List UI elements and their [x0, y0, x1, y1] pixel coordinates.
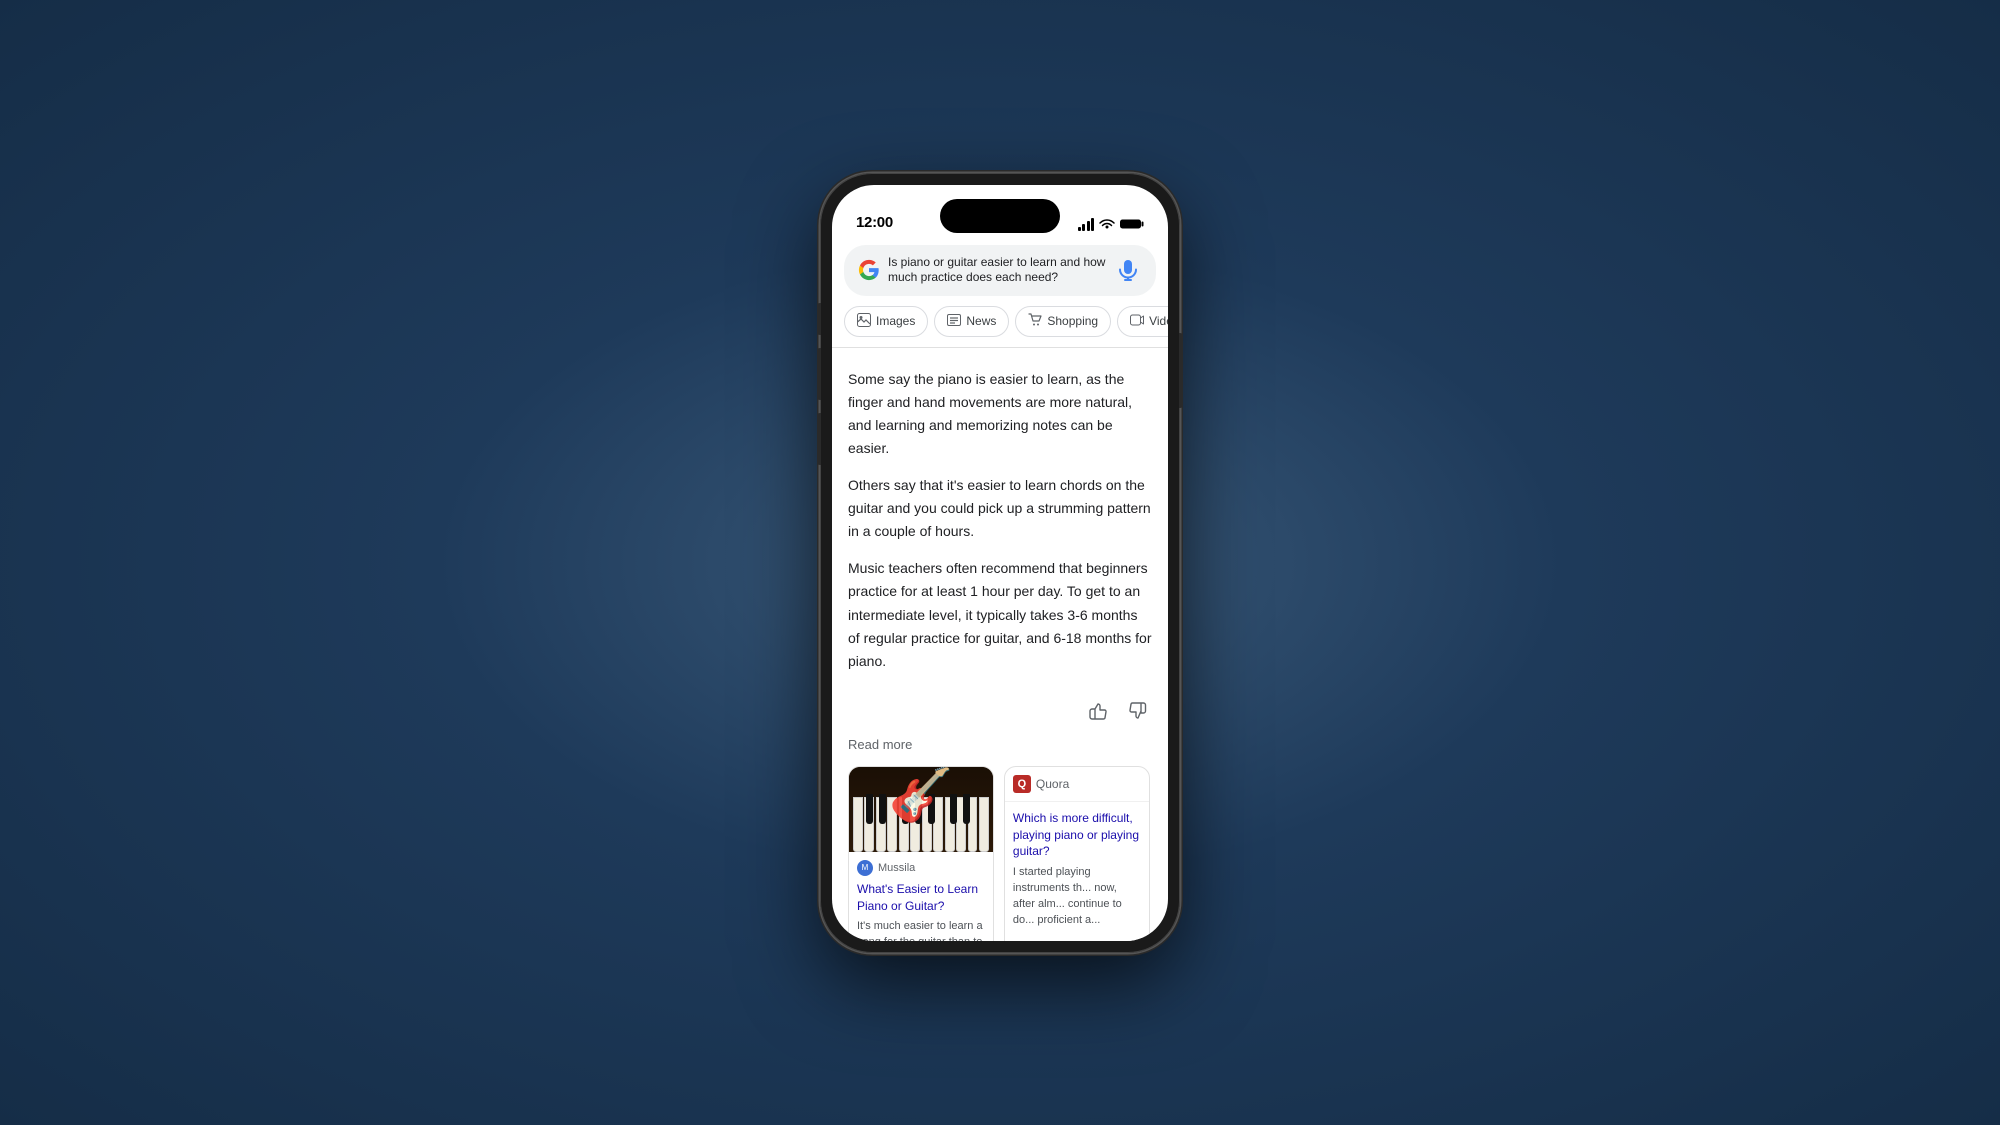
quora-card-header: Q Quora	[1005, 767, 1149, 802]
mussila-source-name: Mussila	[878, 862, 915, 874]
ai-answer-section: Some say the piano is easier to learn, a…	[848, 358, 1152, 689]
mic-icon	[1119, 259, 1137, 281]
card-quora[interactable]: Q Quora Which is more difficult, playing…	[1004, 766, 1150, 941]
thumbs-down-button[interactable]	[1124, 697, 1152, 725]
quora-card-snippet: I started playing instruments th... now,…	[1013, 865, 1141, 929]
card-mussila-title: What's Easier to Learn Piano or Guitar?	[857, 881, 985, 915]
tab-news[interactable]: News	[934, 306, 1009, 337]
status-icons	[1078, 218, 1145, 231]
news-tab-label: News	[966, 314, 996, 328]
read-more-link[interactable]: Read more	[848, 737, 1152, 766]
images-tab-label: Images	[876, 314, 915, 328]
quora-source-name: Quora	[1036, 777, 1069, 791]
dynamic-island	[940, 199, 1060, 233]
ai-paragraph-1: Some say the piano is easier to learn, a…	[848, 368, 1152, 460]
volume-down-button	[817, 413, 821, 465]
battery-icon	[1120, 218, 1144, 230]
ai-paragraph-3: Music teachers often recommend that begi…	[848, 557, 1152, 672]
divider	[832, 347, 1168, 348]
tab-videos[interactable]: Videos	[1117, 306, 1168, 337]
card-mussila-image: 🎸	[849, 767, 993, 852]
feedback-row	[848, 689, 1152, 737]
quora-logo: Q	[1013, 775, 1031, 793]
volume-up-button	[817, 348, 821, 400]
ai-paragraph-2: Others say that it's easier to learn cho…	[848, 474, 1152, 543]
status-time: 12:00	[856, 214, 893, 231]
content-area: Is piano or guitar easier to learn and h…	[832, 237, 1168, 941]
thumbs-up-button[interactable]	[1084, 697, 1112, 725]
power-button	[1179, 333, 1183, 408]
signal-icon	[1078, 218, 1095, 231]
videos-tab-icon	[1130, 313, 1144, 330]
phone-mockup: 12:00	[820, 173, 1180, 953]
news-tab-icon	[947, 313, 961, 330]
card-mussila-body: M Mussila What's Easier to Learn Piano o…	[849, 852, 993, 941]
card-mussila-source: M Mussila	[857, 860, 985, 876]
shopping-tab-label: Shopping	[1047, 314, 1098, 328]
videos-tab-label: Videos	[1149, 314, 1168, 328]
card-mussila[interactable]: 🎸 M Mussila What's Easier to Learn Piano…	[848, 766, 994, 941]
tab-shopping[interactable]: Shopping	[1015, 306, 1111, 337]
mussila-icon: M	[857, 860, 873, 876]
card-mussila-snippet: It's much easier to learn a song for the…	[857, 919, 985, 940]
mic-button[interactable]	[1114, 256, 1142, 284]
wifi-icon	[1099, 218, 1115, 230]
tab-images[interactable]: Images	[844, 306, 928, 337]
google-logo	[858, 259, 880, 281]
shopping-tab-icon	[1028, 313, 1042, 330]
quora-card-body: Which is more difficult, playing piano o…	[1005, 802, 1149, 937]
phone-screen: 12:00	[832, 185, 1168, 941]
images-tab-icon	[857, 313, 871, 330]
search-bar[interactable]: Is piano or guitar easier to learn and h…	[844, 245, 1156, 296]
search-tabs: Images News	[832, 306, 1168, 347]
quora-card-title: Which is more difficult, playing piano o…	[1013, 810, 1141, 860]
search-query-text: Is piano or guitar easier to learn and h…	[888, 255, 1106, 286]
result-cards: 🎸 M Mussila What's Easier to Learn Piano…	[848, 766, 1152, 941]
scroll-content[interactable]: Some say the piano is easier to learn, a…	[832, 358, 1168, 941]
mute-switch	[817, 303, 821, 335]
